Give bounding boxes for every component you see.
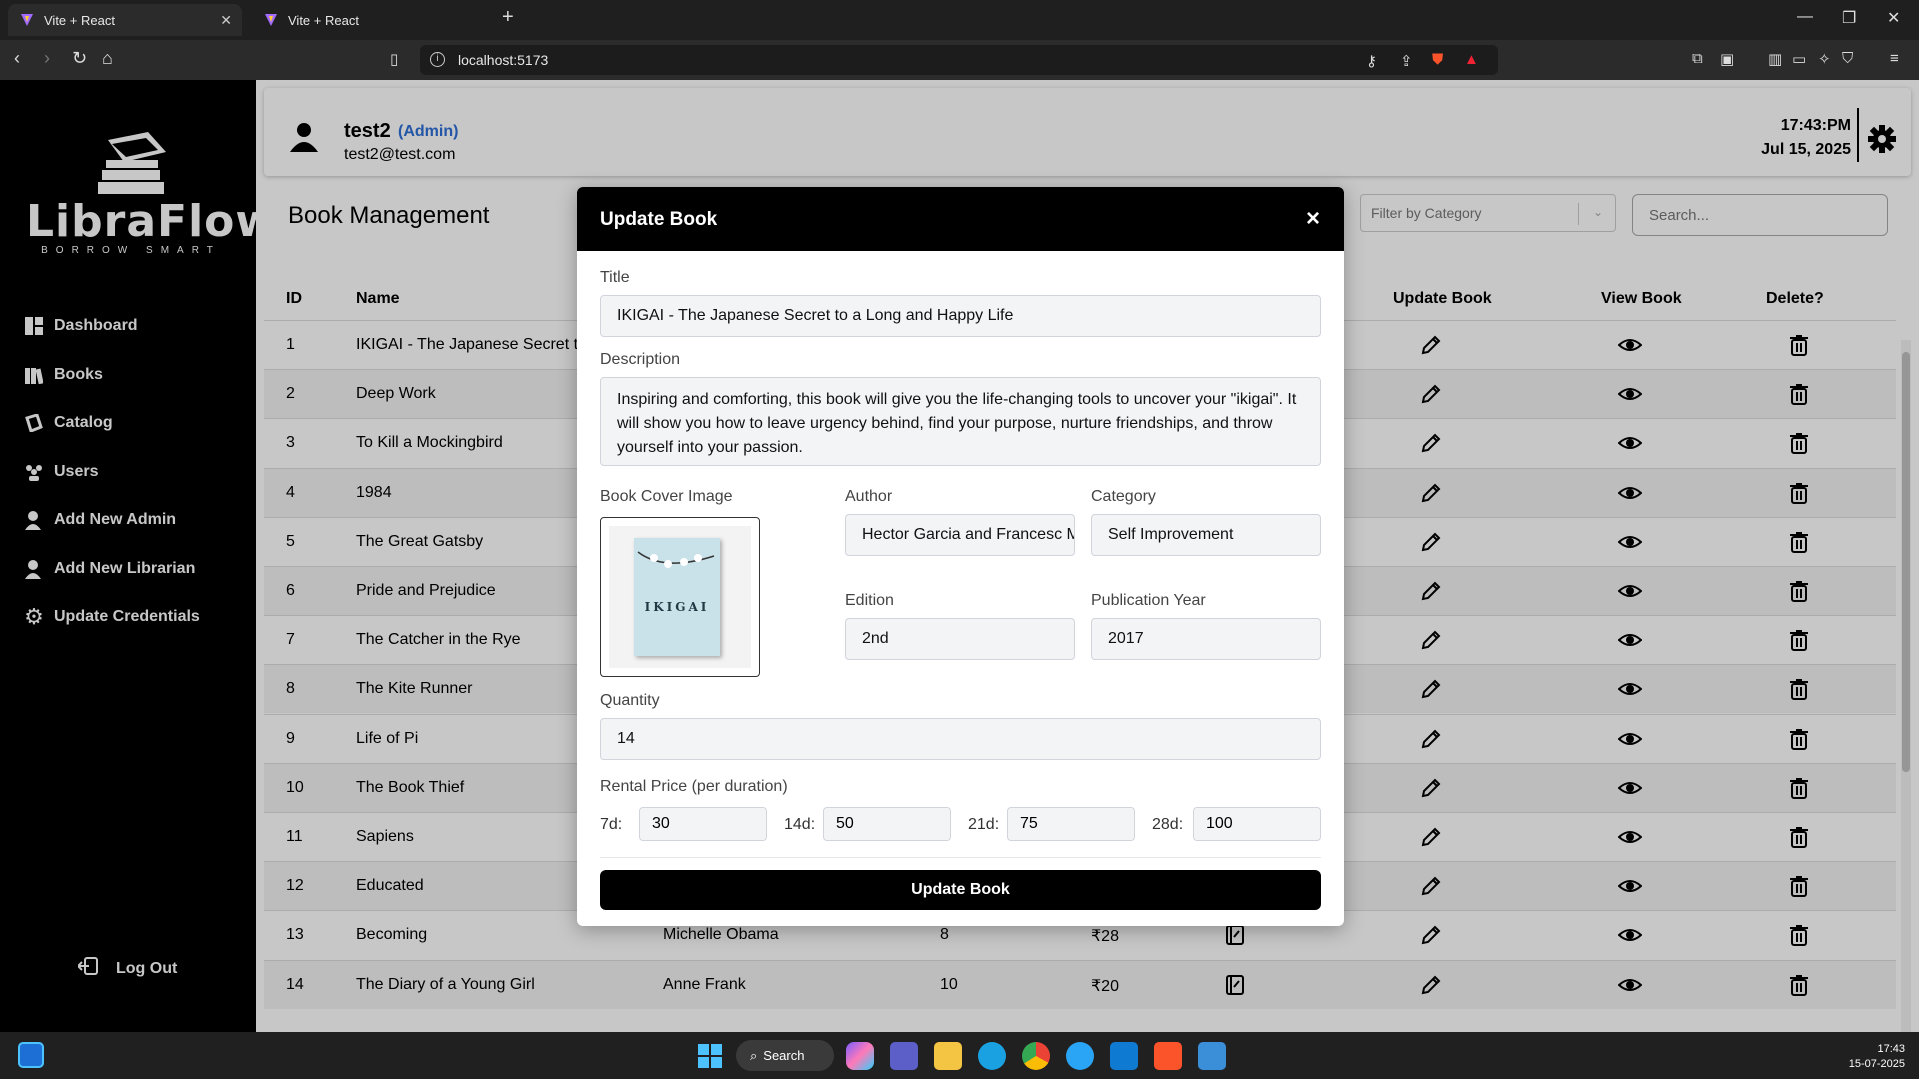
price-28d-label: 28d: <box>1152 816 1184 833</box>
modal-title: Update Book <box>600 209 718 230</box>
cover-image: IKIGAI <box>609 526 751 668</box>
quantity-label: Quantity <box>600 692 660 709</box>
browser-tab[interactable]: Vite + React <box>252 4 486 36</box>
restore-icon[interactable]: ❐ <box>1842 8 1856 28</box>
url-text: localhost:5173 <box>458 52 549 68</box>
bookmark-icon[interactable]: ▯ <box>390 50 398 68</box>
taskbar-search-label: Search <box>763 1048 805 1063</box>
description-label: Description <box>600 351 681 368</box>
description-field[interactable]: Inspiring and comforting, this book will… <box>600 377 1321 466</box>
taskbar-date: 15-07-2025 <box>1848 1058 1905 1070</box>
os-taskbar: ⌕ Search 17:43 15-07-2025 <box>0 1032 1919 1079</box>
share-icon[interactable]: ⇪ <box>1400 52 1413 70</box>
brave-rewards-icon[interactable]: ▲ <box>1464 51 1479 68</box>
vscode-icon[interactable] <box>1110 1042 1138 1070</box>
home-icon[interactable]: ⌂ <box>102 48 113 69</box>
edge-icon[interactable] <box>978 1042 1006 1070</box>
edition-label: Edition <box>845 592 894 609</box>
tab-close-icon[interactable]: ✕ <box>220 12 232 29</box>
menu-icon[interactable]: ≡ <box>1890 50 1899 67</box>
address-bar[interactable]: i localhost:5173 ⚷ ⇪ ⛊ ▲ <box>420 45 1498 75</box>
cover-title: IKIGAI <box>644 600 710 614</box>
chrome-icon[interactable] <box>1022 1042 1050 1070</box>
vite-icon <box>21 14 33 26</box>
price-28d-field[interactable]: 100 <box>1193 807 1321 841</box>
back-icon[interactable]: ‹ <box>14 48 20 69</box>
taskbar-time: 17:43 <box>1877 1043 1905 1055</box>
wallet-icon[interactable]: ▭ <box>1792 50 1806 68</box>
file-explorer-icon[interactable] <box>934 1042 962 1070</box>
price-7d-field[interactable]: 30 <box>639 807 767 841</box>
author-label: Author <box>845 488 893 505</box>
cover-image-picker[interactable]: IKIGAI <box>600 517 760 677</box>
leo-ai-icon[interactable]: ✧ <box>1818 50 1831 68</box>
extensions-icon[interactable]: ⧉ <box>1692 50 1703 67</box>
taskbar-clock: 17:43 15-07-2025 <box>1849 1042 1905 1072</box>
taskbar-search[interactable]: ⌕ Search <box>736 1040 834 1071</box>
widgets-icon[interactable] <box>18 1042 44 1068</box>
update-book-modal: Update Book × Title IKIGAI - The Japanes… <box>577 187 1344 926</box>
search-icon: ⌕ <box>750 1047 758 1063</box>
title-field[interactable]: IKIGAI - The Japanese Secret to a Long a… <box>600 295 1321 337</box>
forward-icon[interactable]: › <box>44 48 50 69</box>
price-7d-label: 7d: <box>600 816 623 833</box>
sidebar-toggle-icon[interactable]: ▥ <box>1768 50 1782 68</box>
vpn-icon[interactable]: ⛉ <box>1842 50 1853 67</box>
new-tab-icon[interactable]: + <box>502 6 514 29</box>
price-21d-label: 21d: <box>968 816 1000 833</box>
edition-field[interactable]: 2nd <box>845 618 1075 660</box>
weather-icon[interactable] <box>1066 1042 1094 1070</box>
modal-divider <box>600 857 1321 858</box>
price-14d-field[interactable]: 50 <box>823 807 951 841</box>
author-field[interactable]: Hector Garcia and Francesc Miralles <box>845 514 1075 556</box>
price-21d-field[interactable]: 75 <box>1007 807 1135 841</box>
teams-icon[interactable] <box>890 1042 918 1070</box>
browser-tab-active[interactable]: Vite + React ✕ <box>8 4 242 36</box>
blossom-branch-icon <box>637 551 715 568</box>
vite-icon <box>265 14 277 26</box>
site-info-icon[interactable]: i <box>430 52 445 67</box>
quantity-field[interactable]: 14 <box>600 718 1321 760</box>
brave-icon[interactable] <box>1154 1042 1182 1070</box>
title-label: Title <box>600 269 630 286</box>
windows-start-icon[interactable] <box>696 1042 724 1070</box>
update-book-button[interactable]: Update Book <box>600 870 1321 910</box>
modal-header: Update Book × <box>577 187 1344 251</box>
photos-icon[interactable] <box>1198 1042 1226 1070</box>
category-field[interactable]: Self Improvement <box>1091 514 1321 556</box>
browser-toolbar: ‹ › ↻ ⌂ ▯ i localhost:5173 ⚷ ⇪ ⛊ ▲ ⧉ ▣ ▥… <box>0 40 1919 80</box>
close-icon[interactable]: × <box>1306 205 1320 233</box>
category-label: Category <box>1091 488 1156 505</box>
tab-title: Vite + React <box>44 12 115 28</box>
book-cover: IKIGAI <box>634 538 720 656</box>
close-window-icon[interactable]: ✕ <box>1887 8 1900 28</box>
rental-price-label: Rental Price (per duration) <box>600 778 788 795</box>
copilot-icon[interactable] <box>846 1042 874 1070</box>
cover-label: Book Cover Image <box>600 488 733 505</box>
brave-shield-icon[interactable]: ⛊ <box>1432 51 1443 68</box>
year-label: Publication Year <box>1091 592 1206 609</box>
tab-search-icon[interactable]: ▣ <box>1720 50 1734 68</box>
price-14d-label: 14d: <box>784 816 816 833</box>
tab-title: Vite + React <box>288 12 359 28</box>
key-icon[interactable]: ⚷ <box>1366 52 1377 70</box>
publication-year-field[interactable]: 2017 <box>1091 618 1321 660</box>
minimize-icon[interactable]: — <box>1797 8 1813 26</box>
reload-icon[interactable]: ↻ <box>72 48 87 69</box>
browser-tab-bar: Vite + React ✕ Vite + React + — ❐ ✕ <box>0 0 1919 40</box>
